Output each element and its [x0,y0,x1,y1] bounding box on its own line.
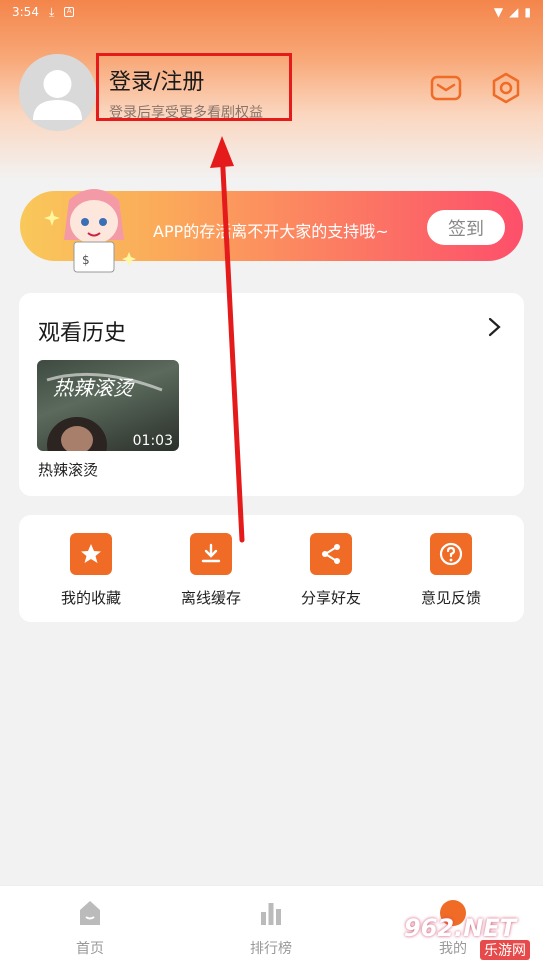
feedback-button[interactable]: 意见反馈 [401,533,501,608]
settings-icon[interactable] [489,71,523,105]
home-icon [80,901,100,925]
history-item-title[interactable]: 热辣滚烫 [38,459,98,480]
history-title: 观看历史 [38,321,127,346]
watermark-brand: 962.NET [404,914,517,942]
checkin-button[interactable]: 签到 [427,210,505,245]
nav-home-label: 首页 [76,941,104,957]
signal-icon: ◢ [509,5,519,19]
history-thumbnail[interactable]: 热辣滚烫 01:03 [37,360,179,451]
nav-ranking-label: 排行榜 [250,941,292,957]
video-duration: 01:03 [132,433,173,449]
favorites-button[interactable]: 我的收藏 [41,533,141,608]
status-bar: 3:54 ⤓ A ▼ ◢ ▮ [0,0,543,24]
share-icon [310,533,352,575]
mascot-illustration: $ [44,189,136,273]
nav-ranking[interactable]: 排行榜 [231,898,311,958]
avatar[interactable] [19,54,96,131]
feedback-label: 意见反馈 [420,589,481,607]
thumbnail-title-overlay: 热辣滚烫 [53,376,133,400]
annotation-arrow [210,136,245,543]
feedback-icon [430,533,472,575]
banner-text: APP的存活离不开大家的支持哦~ [153,222,389,241]
message-icon[interactable] [429,71,463,105]
svg-text:$: $ [82,253,90,267]
default-avatar-icon [33,70,82,120]
ranking-icon [261,903,281,925]
star-icon [70,533,112,575]
site-watermark: 962.NET 乐游网 [402,912,540,962]
nav-home[interactable]: 首页 [50,898,130,958]
wifi-icon: ▼ [493,5,504,19]
offline-cache-label: 离线缓存 [180,589,241,607]
share-friends-button[interactable]: 分享好友 [281,533,381,608]
annotation-highlight-box [96,53,292,121]
chevron-right-icon[interactable] [486,316,504,338]
battery-icon: ▮ [524,5,531,19]
notification-status-icon: A [64,7,75,17]
share-friends-label: 分享好友 [300,589,361,607]
favorites-label: 我的收藏 [60,589,121,607]
status-time: 3:54 [12,5,39,19]
download-status-icon: ⤓ [48,4,55,19]
watermark-site: 乐游网 [480,940,530,960]
